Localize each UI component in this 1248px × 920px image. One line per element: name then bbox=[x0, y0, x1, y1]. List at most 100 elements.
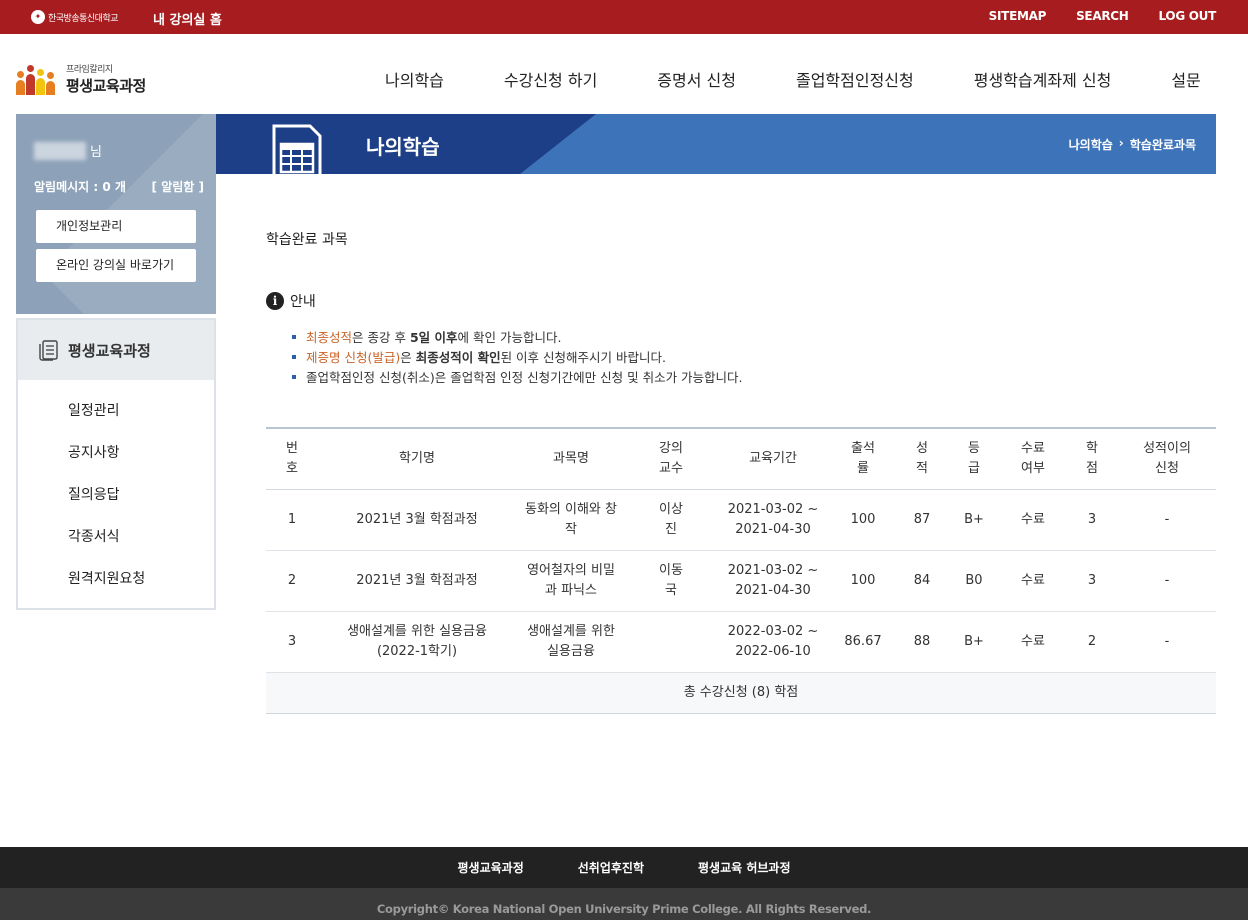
user-panel: 님 알림메시지 : 0 개 [ 알림함 ] 개인정보관리 온라인 강의실 바로가… bbox=[16, 114, 216, 314]
university-emblem-icon: ✦ bbox=[31, 10, 45, 24]
table-header-cell: 성적 bbox=[896, 427, 948, 490]
table-total-row: 총 수강신청 (8) 학점 bbox=[266, 672, 1216, 714]
table-cell-period: 2021-03-02 ~2021-04-30 bbox=[716, 550, 830, 612]
table-row: 1 2021년 3월 학점과정 동화의 이해와 창 작 이상 진 2021-03-02 ~2… bbox=[266, 489, 1216, 551]
nav-survey[interactable]: 설문 bbox=[1171, 67, 1200, 91]
side-menu: 평생교육과정 일정관리 공지사항 질의응답 각종서식 원격지원요청 bbox=[16, 318, 216, 610]
table-cell-term: 생애설계를 위한 실용금융 (2022-1학기) bbox=[318, 611, 516, 673]
table-cell-course: 동화의 이해와 창작 bbox=[516, 489, 626, 551]
copyright: Copyright© Korea National Open Universit… bbox=[0, 888, 1248, 920]
table-cell-completion: 수료 bbox=[1000, 489, 1066, 551]
online-classroom-button[interactable]: 온라인 강의실 바로가기 bbox=[36, 249, 196, 282]
table-row: 3 생애설계를 위한 실용금융 (2022-1학기) 생애설계를 위한 실용금융 2022… bbox=[266, 611, 1216, 673]
footer-link-employment[interactable]: 선취업후진학 bbox=[578, 859, 644, 876]
table-cell-appeal: - bbox=[1118, 550, 1216, 612]
table-cell-attendance: 100 bbox=[830, 550, 896, 612]
university-logo[interactable]: ✦ 한국방송통신대학교 bbox=[31, 10, 119, 24]
table-cell-no: 3 bbox=[266, 611, 318, 673]
breadcrumb-completed-courses[interactable]: 학습완료과목 bbox=[1130, 136, 1196, 153]
table-header-cell: 성적이의 신청 bbox=[1118, 427, 1216, 490]
personal-info-button[interactable]: 개인정보관리 bbox=[36, 210, 196, 243]
table-cell-term: 2021년 3월 학점과정 bbox=[318, 489, 516, 551]
breadcrumb: 나의학습 › 학습완료과목 bbox=[1069, 136, 1196, 153]
nav-course-registration[interactable]: 수강신청 하기 bbox=[504, 67, 597, 91]
table-header-cell: 학점 bbox=[1066, 427, 1118, 490]
side-menu-item-qna[interactable]: 질의응답 bbox=[18, 474, 214, 516]
table-cell-credit: 3 bbox=[1066, 550, 1118, 612]
sitemap-link[interactable]: SITEMAP bbox=[989, 9, 1047, 23]
table-cell-period: 2021-03-02 ~2021-04-30 bbox=[716, 489, 830, 551]
side-menu-item-schedule[interactable]: 일정관리 bbox=[18, 390, 214, 432]
page-banner: 나의학습 나의학습 › 학습완료과목 bbox=[216, 114, 1216, 174]
table-header-cell: 교육기간 bbox=[716, 427, 830, 490]
notification-box-link[interactable]: [ 알림함 ] bbox=[152, 178, 204, 195]
logo-subtitle: 프라임칼리지 bbox=[66, 65, 113, 75]
main-navigation: 나의학습 수강신청 하기 증명서 신청 졸업학점인정신청 평생학습계좌제 신청 … bbox=[385, 67, 1201, 91]
nav-my-learning[interactable]: 나의학습 bbox=[385, 67, 444, 91]
table-cell-prof bbox=[626, 611, 716, 673]
table-cell-score: 84 bbox=[896, 550, 948, 612]
blurred-username bbox=[34, 141, 86, 160]
table-header-cell: 과목명 bbox=[516, 427, 626, 490]
people-logo-icon bbox=[16, 63, 58, 95]
top-bar: ✦ 한국방송통신대학교 내 강의실 홈 SITEMAP SEARCH LOG O… bbox=[0, 0, 1248, 34]
table-cell-no: 1 bbox=[266, 489, 318, 551]
nav-graduation-credit[interactable]: 졸업학점인정신청 bbox=[796, 67, 914, 91]
footer-links: 평생교육과정 선취업후진학 평생교육 허브과정 bbox=[0, 847, 1248, 888]
utility-links: SITEMAP SEARCH LOG OUT bbox=[989, 9, 1217, 23]
completed-courses-table: 번 호 학기명 과목명 강의 교수 교육기간 출석 률 성 적 등 급 수료 여부 학 점 성적이의 신청 1 202… bbox=[266, 427, 1216, 714]
site-logo[interactable]: 프라임칼리지 평생교육과정 bbox=[16, 62, 146, 96]
notice-item: 졸업학점인정 신청(취소)은 졸업학점 인정 신청기간에만 신청 및 취소가 가… bbox=[290, 370, 743, 390]
footer-link-lifelong[interactable]: 평생교육과정 bbox=[458, 859, 524, 876]
total-credits: 총 수강신청 (8) 학점 bbox=[266, 672, 1216, 714]
notice-item: 제증명 신청(발급)은 최종성적이 확인된 이후 신청해주시기 바랍니다. bbox=[290, 350, 743, 370]
table-header-cell: 번호 bbox=[266, 427, 318, 490]
table-cell-appeal: - bbox=[1118, 489, 1216, 551]
table-cell-grade: B+ bbox=[948, 611, 1000, 673]
table-cell-score: 88 bbox=[896, 611, 948, 673]
nav-certificate-request[interactable]: 증명서 신청 bbox=[657, 67, 736, 91]
notification-row: 알림메시지 : 0 개 [ 알림함 ] bbox=[34, 178, 204, 195]
university-name: 한국방송통신대학교 bbox=[48, 13, 119, 24]
footer-link-hub[interactable]: 평생교육 허브과정 bbox=[698, 859, 791, 876]
table-cell-credit: 3 bbox=[1066, 489, 1118, 551]
table-header-cell: 학기명 bbox=[318, 427, 516, 490]
user-name: 님 bbox=[34, 141, 102, 160]
table-cell-appeal: - bbox=[1118, 611, 1216, 673]
table-header-cell: 강의 교수 bbox=[626, 427, 716, 490]
notice-item: 최종성적은 종강 후 5일 이후에 확인 가능합니다. bbox=[290, 330, 743, 350]
table-cell-prof: 이상 진 bbox=[626, 489, 716, 551]
table-cell-score: 87 bbox=[896, 489, 948, 551]
table-cell-course: 영어철자의 비밀 과 파닉스 bbox=[516, 550, 626, 612]
document-table-icon bbox=[272, 124, 322, 174]
table-row: 2 2021년 3월 학점과정 영어철자의 비밀 과 파닉스 이동 국 2021-03-02… bbox=[266, 550, 1216, 612]
logo-title: 평생교육과정 bbox=[66, 77, 146, 95]
user-suffix: 님 bbox=[90, 145, 102, 160]
table-cell-grade: B0 bbox=[948, 550, 1000, 612]
side-menu-item-notice[interactable]: 공지사항 bbox=[18, 432, 214, 474]
table-cell-completion: 수료 bbox=[1000, 550, 1066, 612]
table-header-cell: 출석 률 bbox=[830, 427, 896, 490]
section-heading: 학습완료 과목 bbox=[266, 232, 348, 248]
breadcrumb-separator-icon: › bbox=[1118, 136, 1124, 150]
my-classroom-home-link[interactable]: 내 강의실 홈 bbox=[153, 9, 222, 28]
notice-heading: i 안내 bbox=[266, 291, 316, 311]
table-cell-attendance: 86.67 bbox=[830, 611, 896, 673]
table-cell-attendance: 100 bbox=[830, 489, 896, 551]
table-cell-completion: 수료 bbox=[1000, 611, 1066, 673]
notice-list: 최종성적은 종강 후 5일 이후에 확인 가능합니다. 제증명 신청(발급)은 … bbox=[290, 330, 743, 390]
table-cell-grade: B+ bbox=[948, 489, 1000, 551]
table-cell-credit: 2 bbox=[1066, 611, 1118, 673]
search-link[interactable]: SEARCH bbox=[1076, 9, 1129, 23]
logout-link[interactable]: LOG OUT bbox=[1159, 9, 1217, 23]
info-icon: i bbox=[266, 292, 284, 310]
breadcrumb-my-learning[interactable]: 나의학습 bbox=[1069, 136, 1113, 153]
side-menu-item-remote-support[interactable]: 원격지원요청 bbox=[18, 558, 214, 600]
table-cell-term: 2021년 3월 학점과정 bbox=[318, 550, 516, 612]
side-menu-item-forms[interactable]: 각종서식 bbox=[18, 516, 214, 558]
nav-lifelong-account[interactable]: 평생학습계좌제 신청 bbox=[974, 67, 1112, 91]
page-title: 나의학습 bbox=[366, 135, 440, 159]
table-cell-period: 2022-03-02 ~2022-06-10 bbox=[716, 611, 830, 673]
table-cell-course: 생애설계를 위한 실용금융 bbox=[516, 611, 626, 673]
table-header-cell: 등급 bbox=[948, 427, 1000, 490]
